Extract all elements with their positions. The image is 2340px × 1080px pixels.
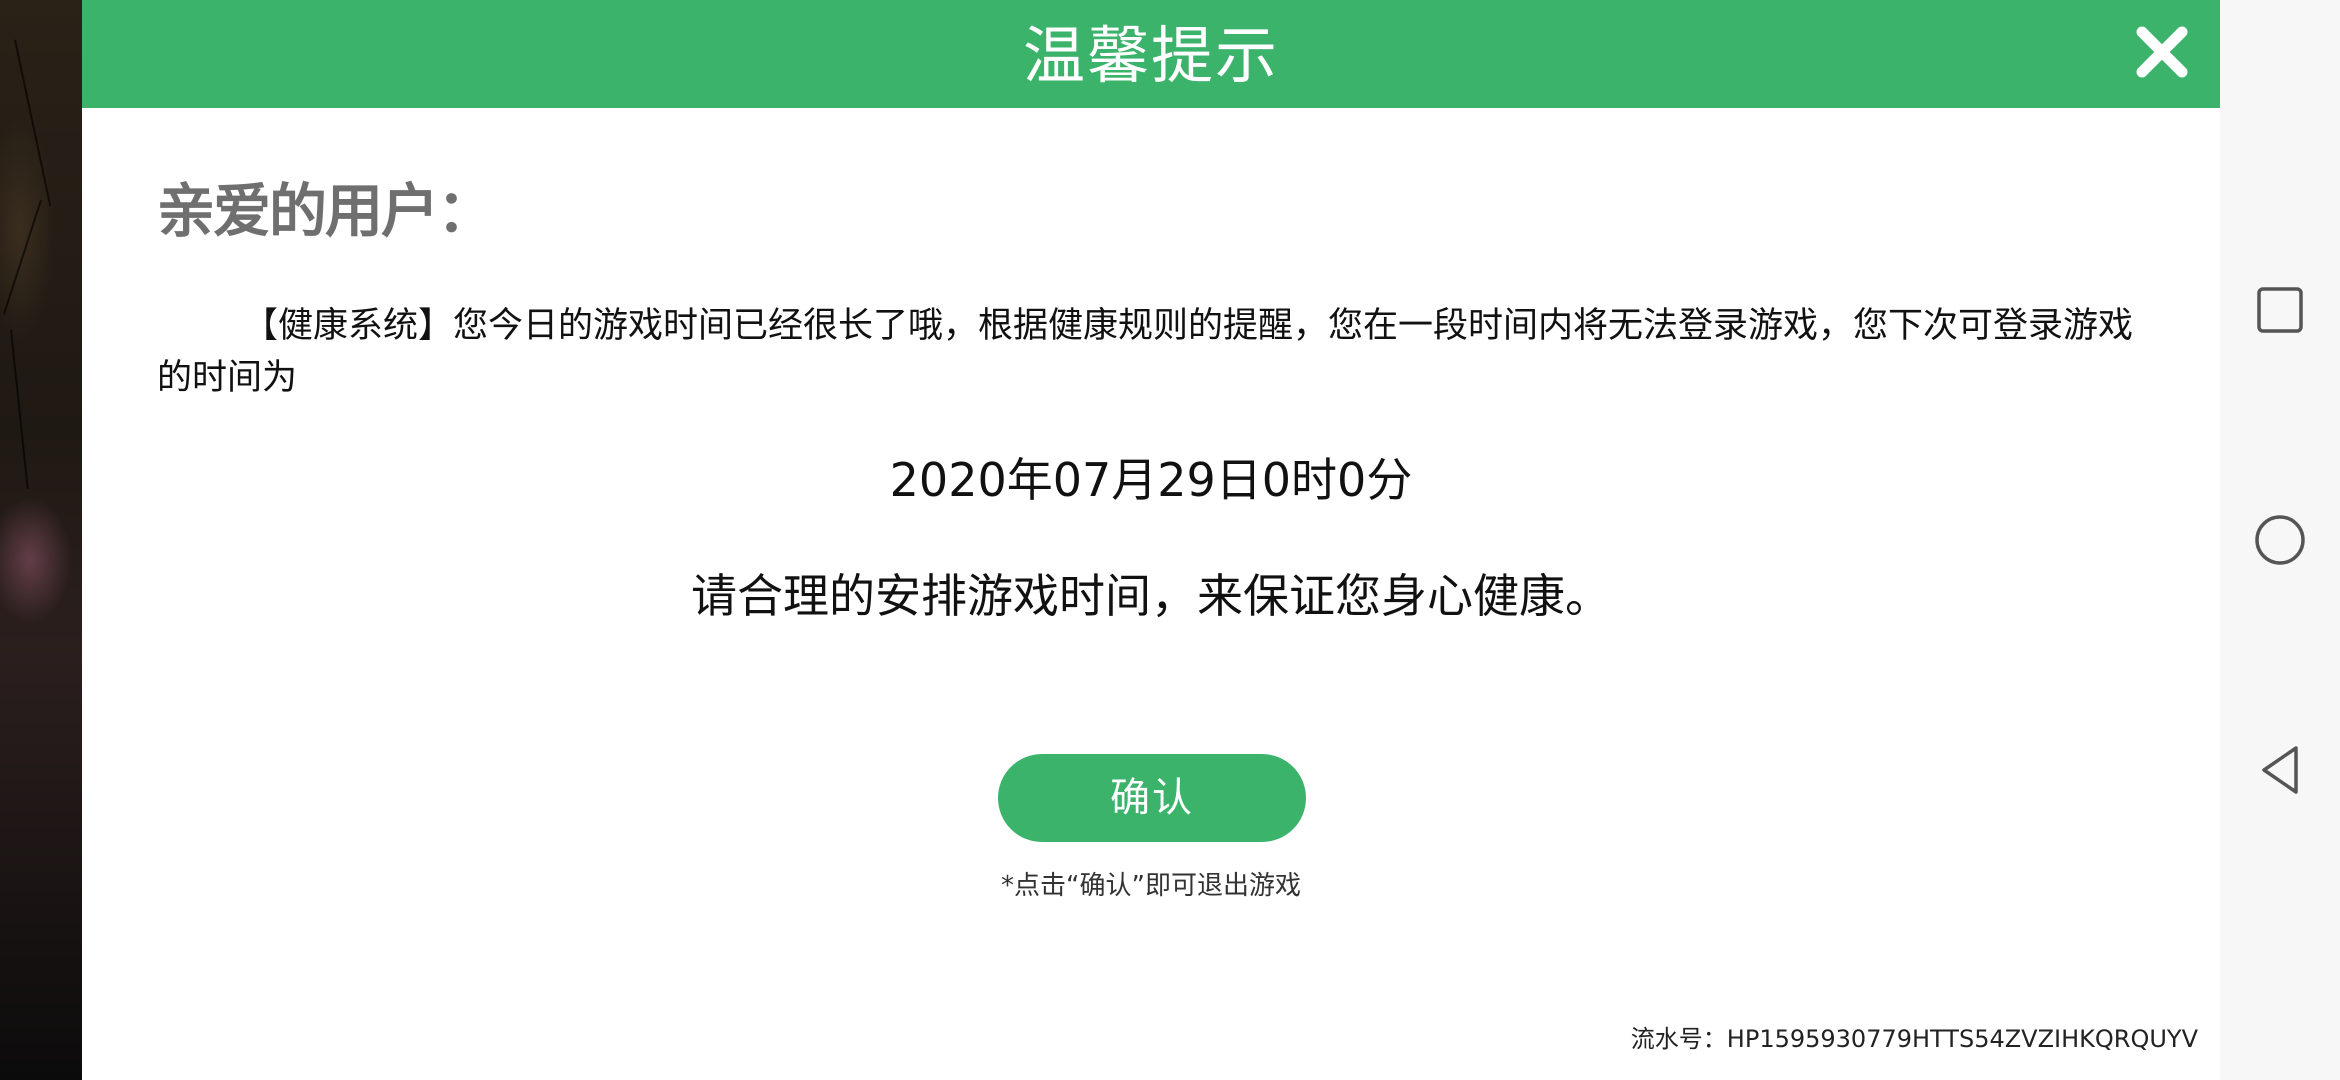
background-crack — [14, 39, 52, 207]
back-button[interactable] — [2248, 738, 2312, 802]
android-navigation-bar — [2220, 0, 2340, 1080]
greeting-heading: 亲爱的用户： — [157, 177, 495, 245]
next-login-time: 2020年07月29日0时0分 — [889, 453, 1413, 507]
advice-text: 请合理的安排游戏时间，来保证您身心健康。 — [691, 569, 1611, 623]
background-game-scene — [0, 0, 82, 1080]
square-icon — [2257, 287, 2303, 333]
background-crack — [2, 200, 42, 315]
close-button[interactable] — [2132, 22, 2192, 82]
dialog-title: 温馨提示 — [1022, 19, 1279, 92]
recent-apps-button[interactable] — [2248, 278, 2312, 342]
exit-hint: *点击“确认”即可退出游戏 — [1001, 871, 1301, 901]
circle-icon — [2255, 515, 2305, 565]
screen: 温馨提示 亲爱的用户： 【健康系统】您今日的游戏时间已经很长了哦，根据健康规则的… — [0, 0, 2340, 1080]
serial-number: 流水号：HP1595930779HTTS54ZVZIHKQRQUYV — [1630, 1025, 2198, 1053]
home-button[interactable] — [2248, 508, 2312, 572]
dialog-header: 温馨提示 — [82, 0, 2220, 108]
health-message: 【健康系统】您今日的游戏时间已经很长了哦，根据健康规则的提醒，您在一段时间内将无… — [157, 306, 2134, 398]
triangle-back-icon — [2262, 746, 2298, 794]
confirm-button[interactable]: 确认 — [998, 754, 1306, 842]
health-reminder-dialog: 温馨提示 亲爱的用户： 【健康系统】您今日的游戏时间已经很长了哦，根据健康规则的… — [82, 0, 2220, 1080]
close-icon — [2136, 26, 2188, 78]
background-crack — [10, 329, 29, 490]
